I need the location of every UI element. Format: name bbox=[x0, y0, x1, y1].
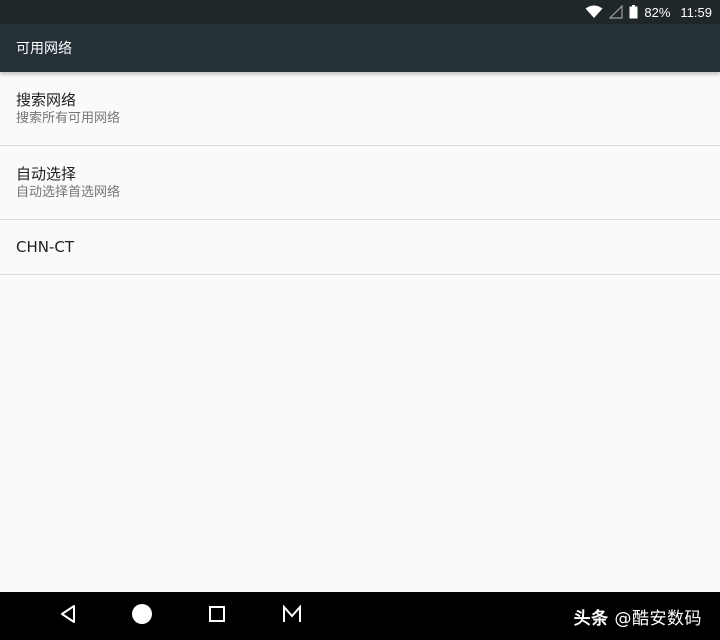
list-item-title: 搜索网络 bbox=[16, 90, 77, 109]
menu-m-icon bbox=[282, 604, 302, 627]
recents-button[interactable] bbox=[193, 592, 241, 640]
menu-button[interactable] bbox=[268, 592, 316, 640]
list-item-title: CHN-CT bbox=[16, 238, 75, 256]
page-title: 可用网络 bbox=[16, 41, 72, 57]
list-item-summary: 搜索所有可用网络 bbox=[16, 110, 121, 126]
clock: 11:59 bbox=[680, 4, 712, 20]
home-button[interactable] bbox=[118, 592, 166, 640]
cell-signal-icon bbox=[609, 5, 623, 19]
battery-percent: 82% bbox=[644, 4, 671, 20]
home-icon bbox=[130, 602, 154, 630]
navigation-bar: 头条 @酷安数码 bbox=[0, 592, 720, 640]
list-item-auto-select[interactable]: 自动选择 自动选择首选网络 bbox=[0, 146, 720, 220]
back-icon bbox=[59, 604, 77, 628]
list-item-search-networks[interactable]: 搜索网络 搜索所有可用网络 bbox=[0, 72, 720, 146]
watermark: 头条 @酷安数码 bbox=[574, 604, 702, 629]
list-item-network-chn-ct[interactable]: CHN-CT bbox=[0, 220, 720, 275]
battery-icon bbox=[629, 5, 638, 19]
back-button[interactable] bbox=[44, 592, 92, 640]
list-item-summary: 自动选择首选网络 bbox=[16, 184, 121, 200]
watermark-brand: 头条 bbox=[573, 609, 609, 629]
app-bar: 可用网络 bbox=[0, 24, 720, 72]
watermark-handle: @酷安数码 bbox=[614, 609, 702, 629]
wifi-icon bbox=[585, 5, 603, 19]
status-bar: 82% 11:59 bbox=[0, 0, 720, 24]
list-item-title: 自动选择 bbox=[16, 164, 77, 183]
recents-icon bbox=[208, 605, 226, 627]
network-list: 搜索网络 搜索所有可用网络 自动选择 自动选择首选网络 CHN-CT bbox=[0, 72, 720, 275]
